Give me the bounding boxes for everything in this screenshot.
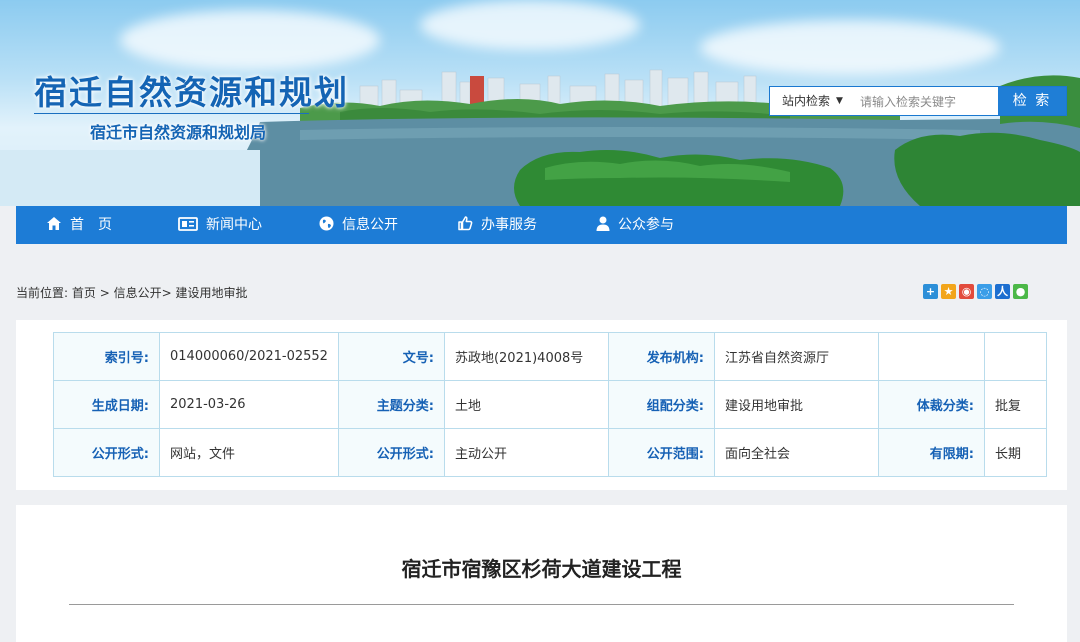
tencent-weibo-icon[interactable]: ◌ xyxy=(977,284,992,299)
site-subtitle: 宿迁市自然资源和规划局 xyxy=(90,123,267,142)
index-no-label: 索引号: xyxy=(53,332,160,381)
globe-icon xyxy=(319,216,334,231)
newspaper-icon xyxy=(178,217,198,231)
empty-cell xyxy=(983,332,1047,381)
search-scope-label: 站内检索 xyxy=(782,94,831,108)
doc-no-value: 苏政地(2021)4008号 xyxy=(443,332,609,381)
validity-value: 长期 xyxy=(983,428,1047,477)
publisher-label: 发布机构: xyxy=(607,332,715,381)
date-value: 2021-03-26 xyxy=(159,380,339,429)
plus-share-icon[interactable]: + xyxy=(923,284,938,299)
nav-item-home[interactable]: 首 页 xyxy=(46,206,112,244)
genre-value: 批复 xyxy=(983,380,1047,429)
publisher-value: 江苏省自然资源厅 xyxy=(713,332,879,381)
form-value: 网站，文件 xyxy=(159,428,339,477)
validity-label: 有限期: xyxy=(877,428,985,477)
weibo-icon[interactable]: ◉ xyxy=(959,284,974,299)
search-scope-select[interactable]: 站内检索 ▼ xyxy=(770,87,858,115)
breadcrumb-prefix: 当前位置: xyxy=(16,286,69,300)
article-panel: 宿迁市宿豫区杉荷大道建设工程 xyxy=(16,505,1067,642)
breadcrumb-separator: > xyxy=(99,286,110,300)
nav-item-label: 办事服务 xyxy=(481,217,537,233)
user-icon xyxy=(596,216,610,231)
breadcrumb: 当前位置: 首页 > 信息公开> 建设用地审批 xyxy=(16,284,248,301)
nav-item-info[interactable]: 信息公开 xyxy=(319,206,398,244)
renren-icon[interactable]: 人 xyxy=(995,284,1010,299)
topic-value: 土地 xyxy=(443,380,609,429)
nav-item-label: 新闻中心 xyxy=(206,217,262,233)
qzone-icon[interactable]: ★ xyxy=(941,284,956,299)
nav-item-label: 公众参与 xyxy=(618,217,674,233)
document-info-table: 索引号: 014000060/2021-02552 文号: 苏政地(2021)4… xyxy=(53,332,1047,477)
scope-value: 面向全社会 xyxy=(713,428,879,477)
wechat-icon[interactable]: ● xyxy=(1013,284,1028,299)
breadcrumb-home-link[interactable]: 首页 xyxy=(72,286,96,300)
mode-label: 公开形式: xyxy=(337,428,445,477)
group-value: 建设用地审批 xyxy=(713,380,879,429)
home-icon xyxy=(47,217,61,230)
group-label: 组配分类: xyxy=(607,380,715,429)
doc-no-label: 文号: xyxy=(337,332,445,381)
share-bar: + ★ ◉ ◌ 人 ● xyxy=(923,284,1031,300)
search-button[interactable]: 检 索 xyxy=(998,87,1066,115)
form-label: 公开形式: xyxy=(53,428,160,477)
scope-label: 公开范围: xyxy=(607,428,715,477)
empty-cell xyxy=(877,332,985,381)
mode-value: 主动公开 xyxy=(443,428,609,477)
main-nav: 首 页 新闻中心 信息公开 办事服务 公众参与 xyxy=(16,206,1067,244)
index-no-value: 014000060/2021-02552 xyxy=(159,332,339,381)
table-row: 生成日期: 2021-03-26 主题分类: 土地 组配分类: 建设用地审批 体… xyxy=(53,380,1047,429)
search-box: 站内检索 ▼ 检 索 xyxy=(769,86,1067,116)
nav-item-participation[interactable]: 公众参与 xyxy=(596,206,674,244)
chevron-down-icon: ▼ xyxy=(836,96,843,106)
breadcrumb-section-link[interactable]: 信息公开> xyxy=(114,286,172,300)
nav-item-label: 首 页 xyxy=(70,217,112,233)
search-input[interactable] xyxy=(858,89,1002,115)
title-divider xyxy=(69,604,1014,605)
table-row: 索引号: 014000060/2021-02552 文号: 苏政地(2021)4… xyxy=(53,332,1047,381)
title-divider xyxy=(34,113,309,114)
genre-label: 体裁分类: xyxy=(877,380,985,429)
header-banner: 宿迁自然资源和规划 宿迁市自然资源和规划局 站内检索 ▼ 检 索 xyxy=(0,0,1080,206)
date-label: 生成日期: xyxy=(53,380,160,429)
table-row: 公开形式: 网站，文件 公开形式: 主动公开 公开范围: 面向全社会 有限期: … xyxy=(53,428,1047,477)
nav-item-label: 信息公开 xyxy=(342,217,398,233)
nav-item-news[interactable]: 新闻中心 xyxy=(178,206,262,244)
site-title: 宿迁自然资源和规划 xyxy=(34,73,349,112)
nav-item-services[interactable]: 办事服务 xyxy=(457,206,537,244)
document-info-panel: 索引号: 014000060/2021-02552 文号: 苏政地(2021)4… xyxy=(16,320,1067,490)
breadcrumb-current-link[interactable]: 建设用地审批 xyxy=(176,286,248,300)
thumbs-up-icon xyxy=(458,216,473,231)
topic-label: 主题分类: xyxy=(337,380,445,429)
article-title: 宿迁市宿豫区杉荷大道建设工程 xyxy=(401,557,682,581)
